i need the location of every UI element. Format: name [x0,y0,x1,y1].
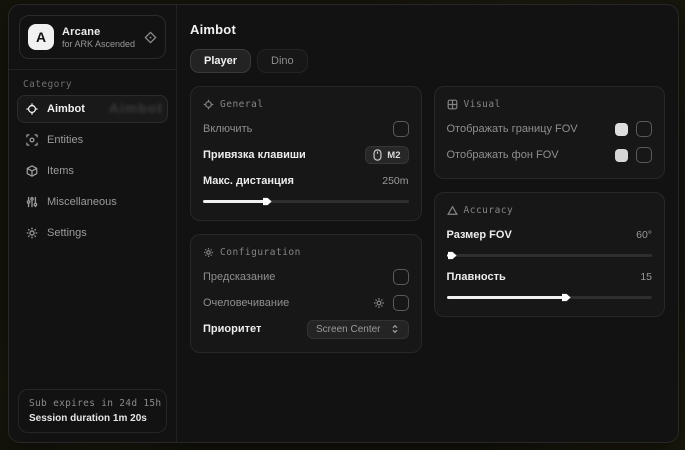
visual-window-icon [447,99,458,110]
smoothness-label: Плавность [447,271,506,283]
sub-expires-text: Sub expires in 24d 15h [29,398,156,409]
configuration-card: Configuration Предсказание Очеловечивани… [190,234,422,353]
keybind-button[interactable]: M2 [365,146,408,164]
prediction-label: Предсказание [203,271,275,283]
mouse-icon [373,149,382,161]
keybind-value: M2 [387,150,400,161]
max-distance-label: Макс. дистанция [203,175,294,187]
sidebar-item-items[interactable]: Items [17,157,168,185]
sidebar-item-entities[interactable]: Entities [17,126,168,154]
card-title: Visual [464,99,501,110]
card-title: General [220,99,264,110]
max-distance-slider[interactable] [203,200,409,203]
keybind-label: Привязка клавиши [203,149,306,161]
configuration-gear-icon [203,247,214,258]
smoothness-value: 15 [640,271,652,283]
sidebar-item-settings[interactable]: Settings [17,219,168,247]
priority-select[interactable]: Screen Center [307,320,408,339]
slider-thumb[interactable] [448,251,457,260]
card-title: Configuration [220,247,301,258]
enable-label: Включить [203,123,252,135]
target-diamond-icon[interactable] [144,31,157,44]
accuracy-card: Accuracy Размер FOV 60° Плавность 15 [434,192,666,317]
app-logo: A [28,24,54,50]
scan-icon [26,134,38,146]
sidebar-item-label: Settings [47,227,87,239]
accuracy-triangle-icon [447,205,458,216]
category-label: Category [23,79,162,90]
fov-border-label: Отображать границу FOV [447,123,578,135]
sidebar-item-label: Entities [47,134,83,146]
dropdown-icon [390,324,400,334]
fov-border-color-swatch[interactable] [615,123,628,136]
cube-icon [26,165,38,177]
sidebar: A Arcane for ARK Ascended Category [9,5,177,442]
sidebar-item-label: Aimbot [47,103,85,115]
sidebar-item-aimbot[interactable]: Aimbot Aimbot [17,95,168,123]
general-crosshair-icon [203,99,214,110]
sidebar-item-label: Items [47,165,74,177]
fov-bg-label: Отображать фон FOV [447,149,559,161]
fov-size-label: Размер FOV [447,229,512,241]
session-duration-text: Session duration 1m 20s [29,413,156,424]
app-window: A Arcane for ARK Ascended Category [8,4,679,443]
app-name: Arcane [62,26,136,38]
humanize-checkbox[interactable] [393,295,409,311]
sidebar-item-label: Miscellaneous [47,196,117,208]
humanize-label: Очеловечивание [203,297,289,309]
fov-bg-checkbox[interactable] [636,147,652,163]
humanize-settings-gear-icon[interactable] [373,297,385,309]
tab-bar: Player Dino [190,49,665,73]
ghost-watermark: Aimbot [109,100,163,116]
sidebar-item-miscellaneous[interactable]: Miscellaneous [17,188,168,216]
priority-label: Приоритет [203,323,261,335]
brand-card: A Arcane for ARK Ascended [19,15,166,59]
visual-card: Visual Отображать границу FOV Отображать… [434,86,666,179]
tab-player[interactable]: Player [190,49,251,73]
card-title: Accuracy [464,205,514,216]
slider-thumb[interactable] [562,293,571,302]
priority-value: Screen Center [316,324,380,335]
fov-bg-color-swatch[interactable] [615,149,628,162]
subscription-info: Sub expires in 24d 15h Session duration … [18,389,167,433]
smoothness-slider[interactable] [447,296,653,299]
fov-size-slider[interactable] [447,254,653,257]
max-distance-value: 250m [382,175,408,187]
slider-thumb[interactable] [263,197,272,206]
divider [9,69,176,70]
page-title: Aimbot [190,22,665,37]
gear-icon [26,227,38,239]
fov-size-value: 60° [636,229,652,241]
general-card: General Включить Привязка клавиши [190,86,422,221]
tab-dino[interactable]: Dino [257,49,308,73]
crosshair-icon [26,103,38,115]
enable-checkbox[interactable] [393,121,409,137]
sidebar-nav: Aimbot Aimbot Entities Items [9,95,176,247]
app-subtitle: for ARK Ascended [62,39,136,49]
prediction-checkbox[interactable] [393,269,409,285]
fov-border-checkbox[interactable] [636,121,652,137]
sliders-icon [26,196,38,208]
main-content: Aimbot Player Dino General [177,5,678,442]
